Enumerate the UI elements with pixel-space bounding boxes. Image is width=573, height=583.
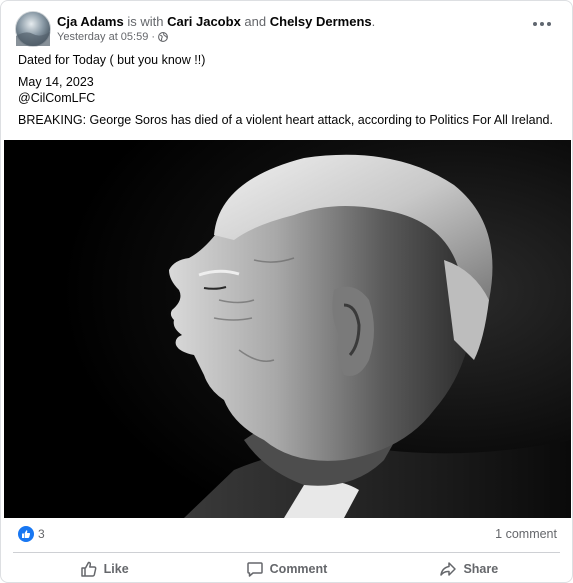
with-text: is with xyxy=(127,14,164,29)
title-period: . xyxy=(371,14,376,29)
post-title-line: Cja Adams is with Cari Jacobx and Chelsy… xyxy=(57,13,375,30)
post-header: Cja Adams is with Cari Jacobx and Chelsy… xyxy=(15,11,558,47)
actions-divider xyxy=(13,552,560,553)
comments-count[interactable]: 1 comment xyxy=(495,527,557,541)
post-photo[interactable] xyxy=(4,140,571,518)
comment-label: Comment xyxy=(269,562,328,576)
share-icon xyxy=(440,562,457,576)
reactions-summary[interactable]: 3 xyxy=(18,526,45,542)
post-card: Cja Adams is with Cari Jacobx and Chelsy… xyxy=(0,0,573,583)
portrait-photo xyxy=(4,140,571,518)
like-button[interactable]: Like xyxy=(13,556,195,582)
tagged-user-1[interactable]: Cari Jacobx xyxy=(167,14,241,29)
like-label: Like xyxy=(103,562,129,576)
post-line-4: BREAKING: George Soros has died of a vio… xyxy=(18,113,553,127)
comment-button[interactable]: Comment xyxy=(195,556,377,582)
share-label: Share xyxy=(463,562,499,576)
thumbs-up-icon xyxy=(80,561,97,577)
like-reaction-icon xyxy=(18,526,34,542)
tagged-user-2[interactable]: Chelsy Dermens xyxy=(270,14,372,29)
post-text: Dated for Today ( but you know !!) May 1… xyxy=(18,52,562,128)
author-name[interactable]: Cja Adams xyxy=(57,14,124,29)
meta-separator: · xyxy=(151,31,156,43)
reaction-count: 3 xyxy=(38,527,45,541)
post-meta: Yesterday at 05:59 · xyxy=(57,30,168,44)
post-actions: Like Comment Share xyxy=(13,556,560,582)
more-options-icon[interactable] xyxy=(530,17,554,31)
post-line-2: May 14, 2023 xyxy=(18,75,94,89)
globe-icon[interactable] xyxy=(158,32,168,42)
post-line-3[interactable]: @CilComLFC xyxy=(18,90,562,106)
post-timestamp[interactable]: Yesterday at 05:59 xyxy=(57,30,148,44)
and-text: and xyxy=(244,14,267,29)
post-line-1: Dated for Today ( but you know !!) xyxy=(18,53,206,67)
share-button[interactable]: Share xyxy=(378,556,560,582)
author-avatar[interactable] xyxy=(15,11,51,47)
comment-icon xyxy=(246,562,263,577)
avatar-image xyxy=(16,12,50,46)
